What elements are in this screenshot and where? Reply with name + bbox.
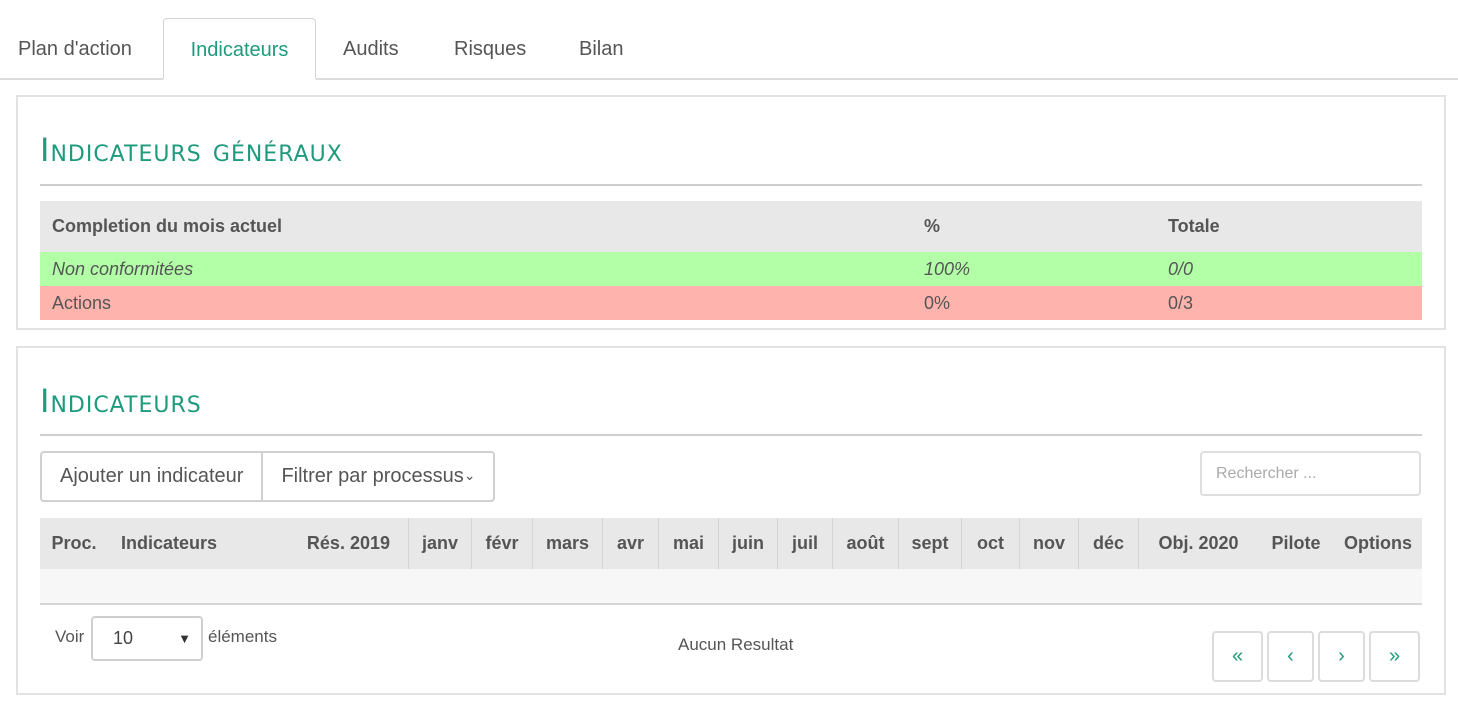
header-total: Totale [1168,216,1220,236]
table-empty-row [40,569,1422,605]
column-header[interactable]: mars [532,518,602,569]
tab-plan-action[interactable]: Plan d'action [18,18,132,80]
column-header[interactable]: avr [602,518,658,569]
header-percent: % [924,216,941,236]
column-header[interactable]: sept [898,518,961,569]
page-size-label: Voir [55,627,85,646]
page-size-value: 10 [113,628,134,648]
row-percent: 0% [924,293,951,313]
table-row-non-conformites: Non conformitées 100% 0/0 [40,252,1422,286]
column-header[interactable]: févr [471,518,532,569]
row-label: Non conformitées [52,259,194,279]
indicators-table-header: Proc. Indicateurs Rés. 2019 janv févr ma… [40,518,1422,569]
last-page-button[interactable]: » [1369,631,1420,682]
header-completion: Completion du mois actuel [52,216,283,236]
column-header[interactable]: Obj. 2020 [1138,518,1258,569]
title-divider [40,184,1422,186]
column-header[interactable]: août [832,518,898,569]
caret-down-icon: ▼ [178,631,191,646]
column-header[interactable]: mai [658,518,718,569]
next-page-button[interactable]: › [1318,631,1365,682]
general-table-header: Completion du mois actuel % Totale [40,201,1422,252]
column-header[interactable]: juil [777,518,832,569]
row-percent: 100% [924,259,971,279]
column-header[interactable]: janv [408,518,471,569]
previous-page-button[interactable]: ‹ [1267,631,1314,682]
tab-bar: Plan d'action Indicateurs Audits Risques… [0,0,1458,80]
row-total: 0/0 [1168,259,1194,279]
filter-label: Filtrer par processus [281,465,464,487]
search-input[interactable] [1200,451,1421,496]
filter-process-dropdown[interactable]: Filtrer par processus⌄ [263,451,496,502]
add-indicator-button[interactable]: Ajouter un indicateur [40,451,264,502]
column-header[interactable]: oct [961,518,1019,569]
column-header[interactable]: déc [1078,518,1138,569]
general-indicators-title: Indicateurs généraux [40,131,343,169]
general-indicators-panel: Indicateurs généraux Completion du mois … [16,95,1446,330]
column-header[interactable]: Proc. [40,518,108,569]
tab-bilan[interactable]: Bilan [579,18,623,80]
indicators-title: Indicateurs [40,382,202,420]
column-header[interactable]: Rés. 2019 [232,518,408,569]
chevron-down-icon: ⌄ [463,467,476,483]
column-header[interactable]: Options [1334,518,1422,569]
tab-audits[interactable]: Audits [343,18,399,80]
column-header[interactable]: Pilote [1258,518,1334,569]
title-divider [40,434,1422,436]
tab-risques[interactable]: Risques [454,18,526,80]
page-size-suffix: éléments [208,627,277,646]
table-row-actions: Actions 0% 0/3 [40,286,1422,320]
first-page-button[interactable]: « [1212,631,1263,682]
tab-indicateurs[interactable]: Indicateurs [163,18,316,80]
empty-message: Aucun Resultat [678,635,794,654]
row-total: 0/3 [1168,293,1194,313]
row-label: Actions [52,293,112,313]
column-header[interactable]: nov [1019,518,1078,569]
column-header[interactable]: juin [718,518,777,569]
page-size-select[interactable]: 10 ▼ [91,616,203,661]
column-header[interactable]: Indicateurs [108,518,232,569]
indicators-panel: Indicateurs Ajouter un indicateur Filtre… [16,346,1446,695]
indicator-actions: Ajouter un indicateur Filtrer par proces… [40,451,496,502]
